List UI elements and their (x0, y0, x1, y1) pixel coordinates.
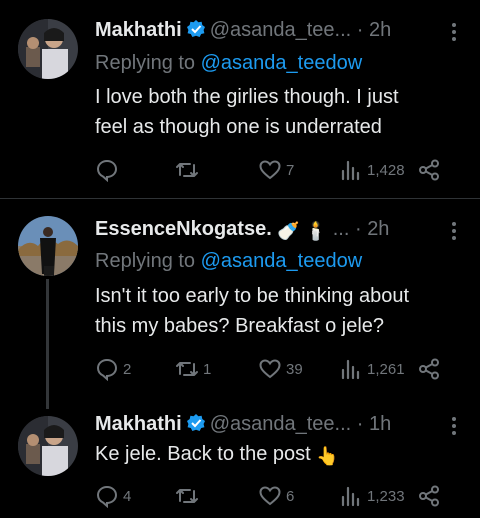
share-icon (419, 485, 439, 507)
tweet-2[interactable]: EssenceNkogatse. 🍼 🕯️ ... · 2h Replying … (0, 199, 480, 409)
tweet-text: Isn't it too early to be thinking about … (95, 281, 450, 341)
display-name[interactable]: Makhathi (95, 19, 182, 41)
tweet-header: EssenceNkogatse. 🍼 🕯️ ... · 2h (95, 216, 440, 244)
reply-button[interactable]: 4 (95, 484, 131, 508)
display-name[interactable]: Makhathi (95, 413, 182, 435)
views-button[interactable]: 1,233 (339, 484, 405, 508)
separator-dot: · (356, 413, 364, 435)
handle[interactable]: ... (333, 218, 350, 240)
replying-to: Replying to @asanda_teedow (95, 50, 362, 76)
action-bar: 7 1,428 (95, 158, 455, 182)
views-count: 1,428 (367, 161, 405, 179)
share-button[interactable] (417, 158, 441, 182)
retweet-icon (176, 489, 198, 503)
tweet-header: Makhathi @asanda_tee... · 2h (95, 17, 440, 46)
replying-to-label: Replying to (95, 250, 196, 272)
verified-badge-icon (186, 413, 206, 440)
reply-count: 2 (123, 360, 132, 378)
verified-badge-icon (186, 19, 206, 46)
reply-icon (96, 485, 118, 508)
views-icon (341, 486, 360, 507)
like-button[interactable]: 39 (258, 357, 303, 381)
share-button[interactable] (417, 357, 441, 381)
tweet-1[interactable]: Makhathi @asanda_tee... · 2h Replying to … (0, 0, 480, 198)
pointing-up-emoji: 👆 (316, 446, 339, 466)
replying-to-label: Replying to (95, 52, 196, 74)
more-icon[interactable] (452, 414, 458, 438)
reply-icon (96, 358, 118, 381)
tweet-text: I love both the girlies though. I just f… (95, 82, 450, 142)
reply-icon (96, 159, 118, 182)
share-icon (419, 358, 439, 380)
tweet-text-line: this my babes? Breakfast o jele? (95, 315, 385, 337)
timestamp[interactable]: 1h (369, 413, 391, 435)
action-bar: 4 6 1,233 (95, 484, 455, 508)
views-count: 1,233 (367, 487, 405, 505)
tweet-text-line: feel as though one is underrated (95, 116, 382, 138)
retweet-count: 1 (203, 360, 212, 378)
like-button[interactable]: 6 (258, 484, 294, 508)
retweet-button[interactable]: 1 (175, 357, 211, 381)
timestamp[interactable]: 2h (367, 218, 389, 240)
display-name[interactable]: EssenceNkogatse. (95, 218, 272, 240)
views-button[interactable]: 1,261 (339, 357, 405, 381)
reply-mention-link[interactable]: @asanda_teedow (201, 250, 363, 272)
share-icon (419, 159, 439, 181)
retweet-button[interactable] (175, 158, 203, 182)
like-count: 39 (286, 360, 303, 378)
handle[interactable]: @asanda_tee... (210, 413, 352, 435)
retweet-icon (176, 163, 198, 177)
tweet-text-line: Ke jele. Back to the post (95, 443, 311, 465)
avatar-makhathi[interactable] (18, 19, 78, 79)
views-button[interactable]: 1,428 (339, 158, 405, 182)
separator-dot: · (354, 218, 362, 240)
timestamp[interactable]: 2h (369, 19, 391, 41)
more-icon[interactable] (452, 20, 458, 44)
tweet-text-line: I love both the girlies though. I just (95, 86, 399, 108)
like-count: 6 (286, 487, 295, 505)
like-button[interactable]: 7 (258, 158, 294, 182)
like-count: 7 (286, 161, 295, 179)
reply-button[interactable] (95, 158, 123, 182)
name-emoji: 🍼 🕯️ (277, 221, 328, 241)
retweet-icon (176, 362, 198, 376)
views-count: 1,261 (367, 360, 405, 378)
tweet-text: Ke jele. Back to the post 👆 (95, 439, 450, 471)
like-icon (259, 359, 281, 379)
share-button[interactable] (417, 484, 441, 508)
replying-to: Replying to @asanda_teedow (95, 248, 362, 274)
thread-line (46, 279, 49, 409)
like-icon (259, 486, 281, 506)
views-icon (341, 160, 360, 181)
reply-count: 4 (123, 487, 132, 505)
like-icon (259, 160, 281, 180)
more-icon[interactable] (452, 219, 458, 243)
reply-button[interactable]: 2 (95, 357, 131, 381)
action-bar: 2 1 39 1,261 (95, 357, 455, 381)
retweet-button[interactable] (175, 484, 203, 508)
handle[interactable]: @asanda_tee... (210, 19, 352, 41)
avatar-essence[interactable] (18, 216, 78, 276)
reply-mention-link[interactable]: @asanda_teedow (201, 52, 363, 74)
tweet-3[interactable]: Makhathi @asanda_tee... · 1h Ke jele. Bac… (0, 399, 480, 518)
separator-dot: · (356, 19, 364, 41)
avatar-makhathi[interactable] (18, 416, 78, 476)
views-icon (341, 359, 360, 380)
tweet-text-line: Isn't it too early to be thinking about (95, 285, 410, 307)
tweet-header: Makhathi @asanda_tee... · 1h (95, 411, 440, 440)
